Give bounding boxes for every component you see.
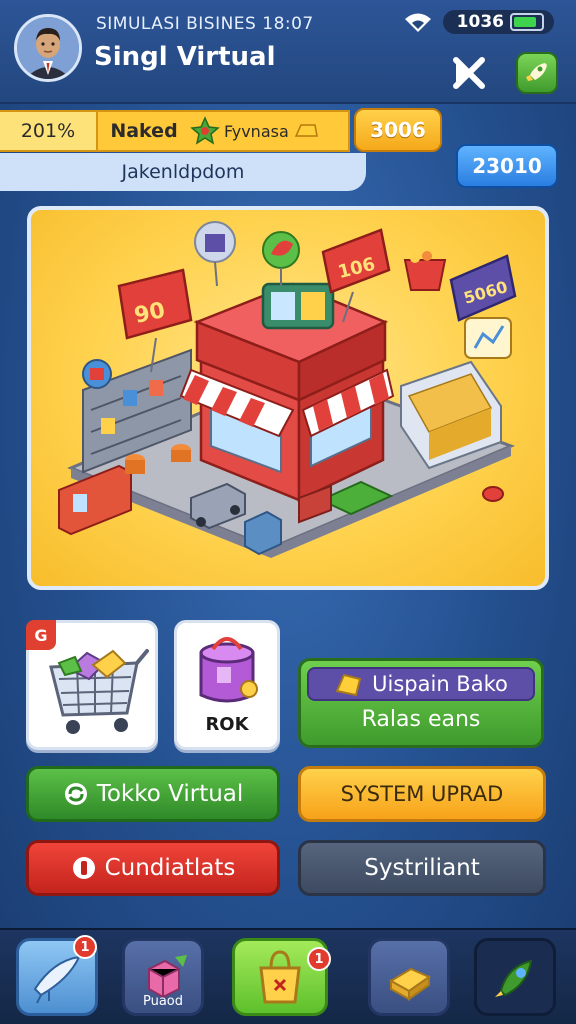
store-button[interactable]: Tokko Virtual — [26, 766, 280, 822]
player-portrait-icon — [17, 17, 79, 79]
resource-label: Naked — [110, 120, 178, 142]
system-button[interactable]: Systriliant — [298, 840, 546, 896]
cart-badge: G — [26, 620, 56, 650]
store-button-label: Tokko Virtual — [96, 781, 244, 807]
alert-icon — [72, 857, 95, 879]
price-tag-left: 90 — [117, 268, 193, 340]
basket-icon — [403, 251, 447, 291]
price-tag-right: 5060 — [449, 254, 517, 322]
candidates-button[interactable]: Cundiatlats — [26, 840, 280, 896]
promo-title: Uispain Bako — [372, 672, 508, 696]
store-scene[interactable]: 90 106 5060 — [27, 206, 549, 590]
rocket-icon — [526, 63, 547, 81]
rok-label: ROK — [205, 714, 249, 735]
nav-item-shop-badge: 1 — [307, 947, 331, 971]
nav-item-ship[interactable]: 1 — [16, 935, 98, 1016]
puzzle-bubble-icon — [194, 221, 236, 263]
progress-percent: 201% — [0, 112, 98, 150]
rocket-icon — [495, 959, 533, 997]
bottom-nav: 1 Puaod 1 — [0, 928, 576, 1024]
player-name: Singl Virtual — [94, 42, 276, 72]
gold-bar-icon — [335, 673, 362, 697]
nav-item-product-label: Puaod — [142, 994, 184, 1009]
wifi-icon — [404, 13, 431, 32]
promo-panel[interactable]: Uispain Bako Ralas eans — [298, 658, 544, 748]
gift-bubble-icon — [82, 359, 112, 389]
currency-group: Fyvnasa — [190, 116, 319, 146]
shopping-bag-icon — [259, 950, 301, 1004]
status-pill: 1036 — [442, 10, 554, 34]
promo-header: Uispain Bako — [307, 667, 535, 701]
location-label: Jakenldpdom — [0, 153, 366, 191]
gem-counter[interactable]: 23010 — [456, 144, 558, 188]
launch-button[interactable] — [516, 52, 558, 94]
candidates-button-label: Cundiatlats — [104, 855, 236, 881]
rok-card[interactable]: ROK — [174, 620, 280, 750]
top-header: SIMULASI BISINES 18:07 Singl Virtual 103… — [0, 0, 576, 104]
gold-box-icon — [389, 967, 432, 1001]
coin-counter[interactable]: 3006 — [354, 108, 442, 152]
promo-subtitle: Ralas eans — [361, 707, 481, 732]
leaf-bubble-icon — [262, 231, 300, 269]
store-illustration: 90 106 5060 — [58, 221, 517, 558]
status-time: 1036 — [456, 12, 504, 32]
chart-bubble-icon — [464, 317, 512, 359]
resource-bar: 201% Naked Fyvnasa — [0, 110, 350, 152]
system-upgrade-button[interactable]: SYSTEM UPRAD — [298, 766, 546, 822]
nav-item-shop[interactable]: 1 — [232, 938, 331, 1016]
nav-item-rocket[interactable] — [474, 938, 556, 1016]
price-tag-center: 106 — [321, 228, 391, 294]
system-upgrade-label: SYSTEM UPRAD — [340, 782, 504, 806]
currency-name: Fyvnasa — [224, 121, 289, 141]
close-button[interactable] — [448, 52, 490, 94]
system-button-label: Systriliant — [364, 855, 480, 881]
nav-item-ship-badge: 1 — [73, 935, 97, 959]
shopping-cart-card[interactable]: G — [26, 620, 158, 750]
avatar[interactable] — [14, 14, 82, 82]
refresh-icon — [64, 783, 87, 805]
star-leaf-icon — [190, 116, 220, 145]
status-bar: 1036 — [403, 10, 554, 34]
nav-item-inventory[interactable] — [368, 938, 450, 1016]
nav-item-product[interactable]: Puaod — [122, 938, 204, 1016]
gold-bar-icon — [294, 124, 318, 137]
game-title: SIMULASI BISINES 18:07 — [96, 14, 314, 34]
battery-icon — [510, 13, 544, 31]
shopping-bag-icon — [199, 637, 258, 703]
close-icon — [453, 57, 485, 89]
